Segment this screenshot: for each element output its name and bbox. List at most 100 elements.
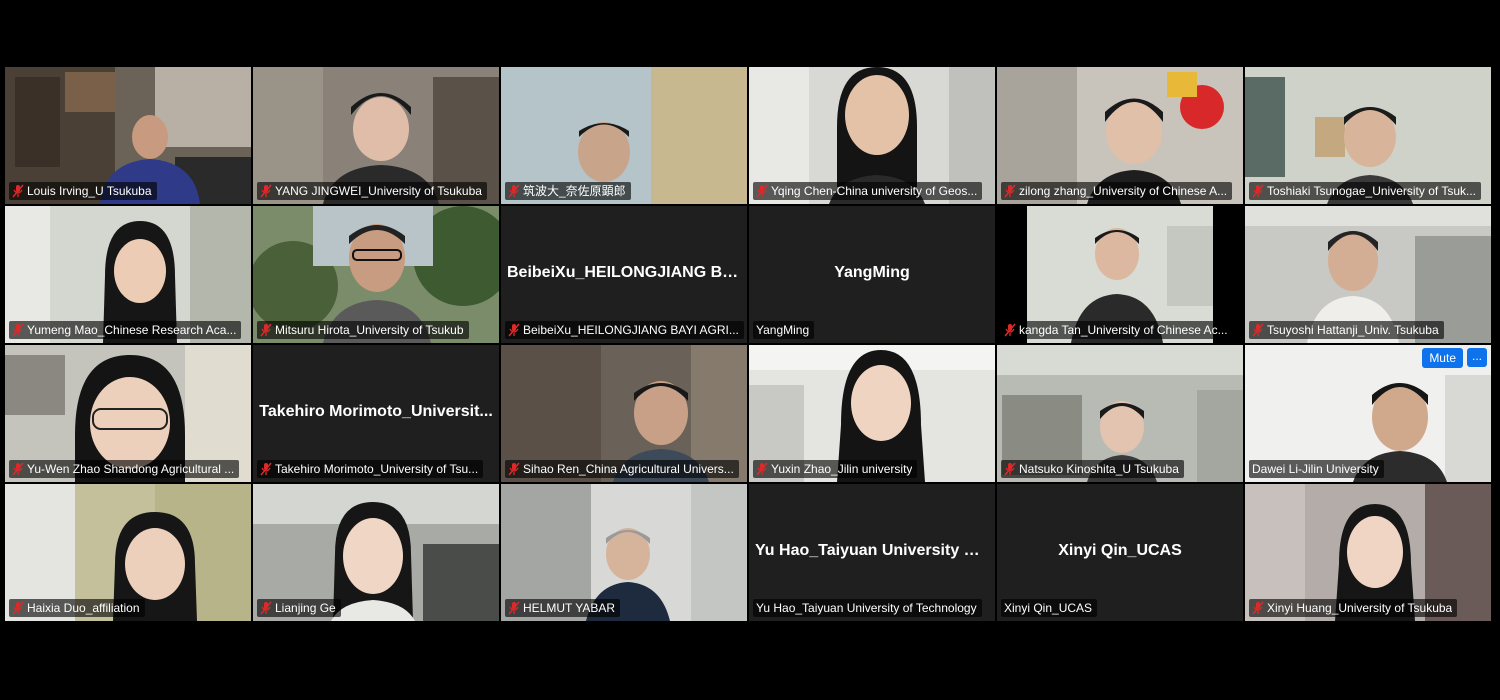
participant-name: kangda Tan_University of Chinese Ac... bbox=[1019, 323, 1228, 337]
microphone-muted-icon bbox=[756, 184, 768, 198]
participant-name: zilong zhang_University of Chinese A... bbox=[1019, 184, 1228, 198]
participant-display-name: YangMing bbox=[834, 264, 910, 281]
participant-tile[interactable]: Yuxin Zhao_Jilin university bbox=[749, 345, 995, 482]
participant-name: Dawei Li-Jilin University bbox=[1252, 462, 1379, 476]
participant-name: Tsuyoshi Hattanji_Univ. Tsukuba bbox=[1267, 323, 1439, 337]
participant-name: 筑波大_奈佐原顕郎 bbox=[523, 184, 626, 198]
participant-name: Louis Irving_U Tsukuba bbox=[27, 184, 152, 198]
microphone-muted-icon bbox=[508, 601, 520, 615]
participant-name: Yuxin Zhao_Jilin university bbox=[771, 462, 913, 476]
microphone-muted-icon bbox=[12, 462, 24, 476]
participant-tile[interactable]: Mitsuru Hirota_University of Tsukub bbox=[253, 206, 499, 343]
name-label: Louis Irving_U Tsukuba bbox=[9, 182, 157, 200]
participant-tile-no-video[interactable]: Xinyi Qin_UCAS Xinyi Qin_UCAS bbox=[997, 484, 1243, 621]
participant-tile[interactable]: Sihao Ren_China Agricultural Univers... bbox=[501, 345, 747, 482]
participant-tile[interactable]: Lianjing Ge bbox=[253, 484, 499, 621]
name-label: Xinyi Qin_UCAS bbox=[1001, 599, 1098, 617]
participant-display-name: Takehiro Morimoto_Universit... bbox=[259, 403, 493, 420]
name-label: Yu-Wen Zhao Shandong Agricultural ... bbox=[9, 460, 240, 478]
participant-tile-no-video[interactable]: YangMing YangMing bbox=[749, 206, 995, 343]
participant-tile[interactable]: zilong zhang_University of Chinese A... bbox=[997, 67, 1243, 204]
participant-display-name: Yu Hao_Taiyuan University of... bbox=[755, 542, 989, 559]
participant-name: Lianjing Ge bbox=[275, 601, 336, 615]
participant-name: Natsuko Kinoshita_U Tsukuba bbox=[1019, 462, 1179, 476]
participant-name: Yu-Wen Zhao Shandong Agricultural ... bbox=[27, 462, 235, 476]
participant-tile[interactable]: Xinyi Huang_University of Tsukuba bbox=[1245, 484, 1491, 621]
participant-name: Yqing Chen-China university of Geos... bbox=[771, 184, 978, 198]
name-label: Lianjing Ge bbox=[257, 599, 341, 617]
participant-tile-no-video[interactable]: Yu Hao_Taiyuan University of... Yu Hao_T… bbox=[749, 484, 995, 621]
participant-name: Yu Hao_Taiyuan University of Technology bbox=[756, 601, 977, 615]
microphone-muted-icon bbox=[12, 601, 24, 615]
participant-tile[interactable]: Toshiaki Tsunogae_University of Tsuk... bbox=[1245, 67, 1491, 204]
microphone-muted-icon bbox=[1252, 601, 1264, 615]
name-label: Yu Hao_Taiyuan University of Technology bbox=[753, 599, 982, 617]
participant-name: Xinyi Qin_UCAS bbox=[1004, 601, 1093, 615]
name-label: BeibeiXu_HEILONGJIANG BAYI AGRI... bbox=[505, 321, 744, 339]
name-label: Natsuko Kinoshita_U Tsukuba bbox=[1001, 460, 1184, 478]
participant-name: YANG JINGWEI_University of Tsukuba bbox=[275, 184, 482, 198]
more-options-button[interactable]: ... bbox=[1467, 348, 1487, 367]
participant-tile[interactable]: Louis Irving_U Tsukuba bbox=[5, 67, 251, 204]
participant-name: Toshiaki Tsunogae_University of Tsuk... bbox=[1267, 184, 1476, 198]
microphone-muted-icon bbox=[260, 462, 272, 476]
name-label: Sihao Ren_China Agricultural Univers... bbox=[505, 460, 739, 478]
name-label: 筑波大_奈佐原顕郎 bbox=[505, 182, 631, 200]
participant-name: Yumeng Mao_Chinese Research Aca... bbox=[27, 323, 237, 337]
microphone-muted-icon bbox=[12, 323, 24, 337]
name-label: Takehiro Morimoto_University of Tsu... bbox=[257, 460, 484, 478]
gallery-grid: Louis Irving_U Tsukuba YANG JINGWEI_Univ… bbox=[5, 67, 1493, 625]
microphone-muted-icon bbox=[12, 184, 24, 198]
participant-tile[interactable]: HELMUT YABAR bbox=[501, 484, 747, 621]
name-label: YANG JINGWEI_University of Tsukuba bbox=[257, 182, 487, 200]
participant-tile-no-video[interactable]: BeibeiXu_HEILONGJIANG BA... BeibeiXu_HEI… bbox=[501, 206, 747, 343]
mute-button[interactable]: Mute bbox=[1422, 348, 1463, 368]
participant-tile[interactable]: kangda Tan_University of Chinese Ac... bbox=[997, 206, 1243, 343]
name-label: HELMUT YABAR bbox=[505, 599, 621, 617]
microphone-muted-icon bbox=[508, 462, 520, 476]
participant-name: Haixia Duo_affiliation bbox=[27, 601, 140, 615]
participant-tile[interactable]: Natsuko Kinoshita_U Tsukuba bbox=[997, 345, 1243, 482]
name-label: Toshiaki Tsunogae_University of Tsuk... bbox=[1249, 182, 1481, 200]
microphone-muted-icon bbox=[1252, 323, 1264, 337]
participant-display-name: Xinyi Qin_UCAS bbox=[1058, 542, 1182, 559]
name-label: Tsuyoshi Hattanji_Univ. Tsukuba bbox=[1249, 321, 1444, 339]
name-label: YangMing bbox=[753, 321, 815, 339]
participant-tile[interactable]: Yu-Wen Zhao Shandong Agricultural ... bbox=[5, 345, 251, 482]
name-label: Yuxin Zhao_Jilin university bbox=[753, 460, 918, 478]
participant-tile-no-video[interactable]: Takehiro Morimoto_Universit... Takehiro … bbox=[253, 345, 499, 482]
microphone-muted-icon bbox=[756, 462, 768, 476]
participant-name: Xinyi Huang_University of Tsukuba bbox=[1267, 601, 1453, 615]
participant-name: Takehiro Morimoto_University of Tsu... bbox=[275, 462, 479, 476]
name-label: Yqing Chen-China university of Geos... bbox=[753, 182, 983, 200]
participant-tile[interactable]: Yqing Chen-China university of Geos... bbox=[749, 67, 995, 204]
microphone-muted-icon bbox=[1004, 462, 1016, 476]
participant-tile[interactable]: Haixia Duo_affiliation bbox=[5, 484, 251, 621]
microphone-muted-icon bbox=[260, 601, 272, 615]
microphone-muted-icon bbox=[1252, 184, 1264, 198]
microphone-muted-icon bbox=[1004, 323, 1016, 337]
participant-tile[interactable]: Tsuyoshi Hattanji_Univ. Tsukuba bbox=[1245, 206, 1491, 343]
name-label: Dawei Li-Jilin University bbox=[1249, 460, 1384, 478]
participant-tile[interactable]: Mute ... Dawei Li-Jilin University bbox=[1245, 345, 1491, 482]
name-label: kangda Tan_University of Chinese Ac... bbox=[1001, 321, 1233, 339]
microphone-muted-icon bbox=[260, 184, 272, 198]
microphone-muted-icon bbox=[508, 184, 520, 198]
participant-name: BeibeiXu_HEILONGJIANG BAYI AGRI... bbox=[523, 323, 739, 337]
name-label: zilong zhang_University of Chinese A... bbox=[1001, 182, 1233, 200]
name-label: Xinyi Huang_University of Tsukuba bbox=[1249, 599, 1458, 617]
name-label: Haixia Duo_affiliation bbox=[9, 599, 145, 617]
participant-tile[interactable]: Yumeng Mao_Chinese Research Aca... bbox=[5, 206, 251, 343]
participant-name: YangMing bbox=[756, 323, 810, 337]
participant-display-name: BeibeiXu_HEILONGJIANG BA... bbox=[507, 264, 741, 281]
microphone-muted-icon bbox=[508, 323, 520, 337]
name-label: Yumeng Mao_Chinese Research Aca... bbox=[9, 321, 242, 339]
participant-tile[interactable]: YANG JINGWEI_University of Tsukuba bbox=[253, 67, 499, 204]
participant-name: Mitsuru Hirota_University of Tsukub bbox=[275, 323, 464, 337]
participant-tile[interactable]: 筑波大_奈佐原顕郎 bbox=[501, 67, 747, 204]
participant-name: Sihao Ren_China Agricultural Univers... bbox=[523, 462, 734, 476]
microphone-muted-icon bbox=[1004, 184, 1016, 198]
microphone-muted-icon bbox=[260, 323, 272, 337]
name-label: Mitsuru Hirota_University of Tsukub bbox=[257, 321, 469, 339]
participant-name: HELMUT YABAR bbox=[523, 601, 616, 615]
